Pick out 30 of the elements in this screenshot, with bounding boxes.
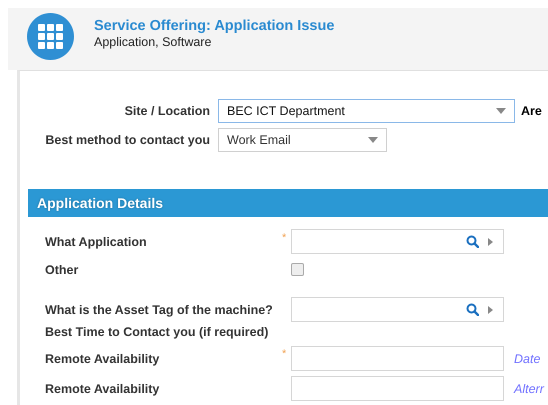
field-label: Remote Availability — [45, 352, 160, 366]
search-icon[interactable] — [466, 235, 479, 248]
field-label: Best Time to Contact you (if required) — [45, 325, 270, 339]
lookup-field[interactable] — [291, 297, 504, 322]
input-field[interactable] — [291, 346, 504, 371]
field-label: What is the Asset Tag of the machine? — [45, 302, 274, 316]
page-subtitle: Application, Software — [94, 35, 212, 49]
expand-icon[interactable] — [488, 238, 493, 246]
field-label: Site / Location — [124, 104, 211, 118]
section-header: Application Details — [28, 189, 548, 217]
field-label: Remote Availability — [45, 382, 160, 396]
hint-text: Alterr — [514, 382, 544, 396]
dropdown-field[interactable]: Work Email — [218, 128, 387, 152]
search-icon[interactable] — [466, 303, 479, 316]
hint-text: Date — [514, 352, 540, 366]
caret-icon — [368, 136, 378, 142]
field-label: What Application — [45, 234, 148, 248]
dropdown-field[interactable]: BEC ICT Department — [218, 99, 515, 123]
caret-icon — [496, 108, 506, 114]
checkbox[interactable] — [291, 263, 304, 276]
required-mark: * — [282, 348, 286, 360]
field-label: Other — [45, 262, 80, 276]
grid-icon — [27, 13, 74, 60]
field-label: Are — [521, 104, 542, 118]
page-title: Service Offering: Application Issue — [94, 18, 334, 34]
expand-icon[interactable] — [488, 306, 493, 314]
input-field[interactable] — [291, 376, 504, 401]
lookup-field[interactable] — [291, 229, 504, 254]
required-mark: * — [282, 232, 286, 244]
field-label: Best method to contact you — [44, 132, 211, 146]
